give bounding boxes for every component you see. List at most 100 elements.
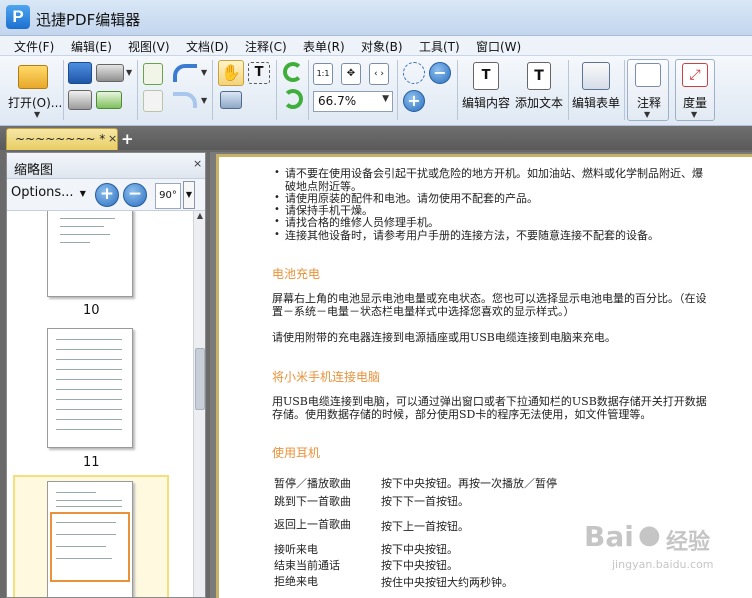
chevron-down-icon[interactable]: ▼ [382,94,389,104]
zoom-out-thumbnail-icon[interactable]: − [123,183,147,207]
table-cell: 跳到下一首歌曲 [274,495,351,508]
edit-form-button[interactable]: 编辑表单 [572,94,620,111]
paragraph: 存储。使用数据存储的时候，部分使用SD卡的程序无法使用，如文件管理等。 [272,408,652,421]
menu-document[interactable]: 文档(D) [186,38,229,55]
thumbnail-label: 11 [83,455,100,470]
menu-form[interactable]: 表单(R) [303,38,345,55]
panel-toolbar: Options... ▼ + − 90° ▼ [7,179,205,211]
menu-edit[interactable]: 编辑(E) [71,38,112,55]
watermark: Bai ● 经验 jingyan.baidu.com [582,516,752,594]
chevron-down-icon[interactable]: ▼ [691,110,697,119]
hand-tool-icon[interactable]: ✋ [218,60,244,86]
section-heading: 将小米手机连接电脑 [272,370,381,384]
add-text-button[interactable]: 添加文本 [515,94,563,111]
document-tab-label: ~~~~~~~~ * [15,132,106,146]
measure-icon[interactable]: ⤢ [682,63,708,87]
close-icon[interactable]: × [193,157,202,170]
bullet: • [274,229,280,240]
app-logo-icon: P [6,5,30,29]
measure-button[interactable]: 度量 [683,94,707,111]
chevron-down-icon[interactable]: ▼ [183,181,195,209]
menu-file[interactable]: 文件(F) [14,38,54,55]
table-cell: 按住中央按钮大约两秒钟。 [381,576,513,589]
document-tab-strip: ~~~~~~~~ * × + [0,126,752,150]
open-button[interactable]: 打开(O)... [8,94,62,111]
panel-header: 缩略图 × [7,153,205,179]
zoom-out-icon[interactable]: − [429,62,451,84]
table-cell: 按下下一首按钮。 [381,495,469,508]
menu-view[interactable]: 视图(V) [128,38,170,55]
table-cell: 按下中央按钮。 [381,559,458,572]
rotate-counterclockwise-icon[interactable] [283,89,303,109]
bullet: • [274,216,280,227]
table-cell: 按下中央按钮。 [381,543,458,556]
table-cell: 按下中央按钮。再按一次播放／暂停 [381,477,557,490]
thumbnail-page-10[interactable] [47,211,133,297]
menu-comment[interactable]: 注释(C) [245,38,287,55]
open-folder-icon[interactable] [18,65,48,89]
table-cell: 结束当前通话 [274,559,340,572]
zoom-select[interactable]: 66.7% ▼ [313,91,393,112]
new-tab-icon[interactable]: + [121,130,134,148]
select-text-icon[interactable]: T [248,62,270,84]
watermark-brand: Bai [584,520,634,553]
thumbnail-page-11[interactable] [47,328,133,448]
scroll-thumb[interactable] [195,348,205,410]
section-heading: 电池充电 [272,267,321,281]
bullet: • [274,167,280,178]
menu-object[interactable]: 对象(B) [361,38,403,55]
scroll-up-icon[interactable]: ▲ [194,211,206,223]
table-cell: 返回上一首歌曲 [274,518,351,531]
chevron-down-icon[interactable]: ▼ [126,68,132,77]
chevron-down-icon[interactable]: ▼ [644,110,650,119]
edit-content-icon[interactable]: T [473,62,499,90]
print-icon[interactable] [68,90,92,110]
table-cell: 暂停／播放歌曲 [274,477,351,490]
table-cell: 接听来电 [274,543,318,556]
annotate-button[interactable]: 注释 [637,94,661,111]
options-label: Options... [11,185,74,200]
table-cell: 按下上一首按钮。 [381,520,469,533]
chevron-down-icon[interactable]: ▼ [201,96,207,105]
thumbnail-scrollbar[interactable]: ▲ [193,211,205,597]
paragraph: 置－系统－电量－状态栏电量样式中选择您喜欢的显示样式。） [272,305,575,318]
thumbnail-label: 10 [83,303,100,318]
page-forward-icon[interactable] [143,90,163,112]
fit-width-icon[interactable]: ‹ › [369,63,389,85]
save-icon[interactable] [68,62,92,84]
scanner-icon[interactable] [96,64,124,82]
menu-bar: 文件(F) 编辑(E) 视图(V) 文档(D) 注释(C) 表单(R) 对象(B… [0,36,752,56]
zoom-value: 66.7% [318,94,357,108]
thumbnail-page-12[interactable] [47,481,133,597]
zoom-in-icon[interactable]: + [403,90,425,112]
email-icon[interactable] [96,91,122,109]
chevron-down-icon[interactable]: ▼ [34,110,40,119]
paragraph: 请使用附带的充电器连接到电源插座或用USB电缆连接到电脑来充电。 [272,331,616,344]
thumbnail-panel: 缩略图 × Options... ▼ + − 90° ▼ 10 11 ▲ [6,152,206,598]
document-tab[interactable]: ~~~~~~~~ * × [6,128,118,150]
zoom-in-thumbnail-icon[interactable]: + [95,183,119,207]
chevron-down-icon[interactable]: ▼ [201,68,207,77]
rotate-clockwise-icon[interactable] [283,62,303,82]
table-cell: 拒绝来电 [274,575,318,588]
fit-page-icon[interactable]: ✥ [341,63,361,85]
thumbnail-list: 10 11 [7,211,193,597]
annotate-icon[interactable] [635,63,661,87]
undo-icon[interactable] [173,64,197,82]
rotate-page-button[interactable]: 90° [155,183,181,209]
page-back-icon[interactable] [143,63,163,85]
add-text-icon[interactable]: T [527,62,551,90]
snapshot-camera-icon[interactable] [220,91,242,109]
section-heading: 使用耳机 [272,446,321,460]
edit-form-icon[interactable] [582,62,610,90]
menu-window[interactable]: 窗口(W) [476,38,521,55]
menu-tools[interactable]: 工具(T) [419,38,460,55]
actual-size-icon[interactable]: 1:1 [313,63,333,85]
zoom-marquee-icon[interactable] [403,62,425,84]
bullet: • [274,192,280,203]
edit-content-button[interactable]: 编辑内容 [462,94,510,111]
options-button[interactable]: Options... ▼ [11,185,95,207]
app-title: 迅捷PDF编辑器 [36,11,141,29]
close-icon[interactable]: × [108,132,117,145]
paw-icon: ● [638,520,661,550]
